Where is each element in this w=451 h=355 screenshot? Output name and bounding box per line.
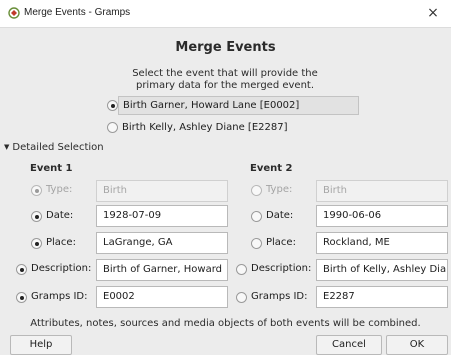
event2-type-radio	[251, 185, 262, 196]
event1-place-field[interactable]: LaGrange, GA	[96, 232, 228, 254]
event2-place-label: Place:	[266, 237, 296, 248]
event2-gramps-id-label: Gramps ID:	[251, 291, 308, 302]
help-button[interactable]: Help	[10, 335, 72, 355]
event1-gramps-id-field[interactable]: E0002	[96, 286, 228, 308]
merge-footer-note: Attributes, notes, sources and media obj…	[30, 318, 421, 329]
cancel-button[interactable]: Cancel	[316, 335, 382, 355]
event2-header: Event 2	[250, 163, 293, 174]
expander-label: Detailed Selection	[12, 142, 104, 153]
instruction-text: Select the event that will provide the p…	[132, 68, 318, 91]
close-icon[interactable]: ×	[425, 4, 441, 22]
event1-date-field[interactable]: 1928-07-09	[96, 205, 228, 227]
primary-event-radio-1[interactable]	[107, 100, 118, 111]
event1-type-field: Birth	[96, 180, 228, 202]
event1-place-label: Place:	[46, 237, 76, 248]
event1-place-radio[interactable]	[31, 238, 42, 249]
event2-description-radio[interactable]	[236, 264, 247, 275]
event1-description-field[interactable]: Birth of Garner, Howard	[96, 259, 228, 281]
event2-gramps-id-radio[interactable]	[236, 292, 247, 303]
event2-gramps-id-field[interactable]: E2287	[316, 286, 448, 308]
dialog-heading: Merge Events	[175, 40, 276, 55]
event2-date-field[interactable]: 1990-06-06	[316, 205, 448, 227]
event2-type-field: Birth	[316, 180, 448, 202]
detailed-selection-expander[interactable]: ▼ Detailed Selection	[4, 142, 104, 153]
event2-place-field[interactable]: Rockland, ME	[316, 232, 448, 254]
primary-event-option-2[interactable]: Birth Kelly, Ashley Diane [E2287]	[118, 119, 357, 136]
ok-button[interactable]: OK	[386, 335, 448, 355]
event2-place-radio[interactable]	[251, 238, 262, 249]
event1-type-label: Type:	[46, 184, 73, 195]
event2-date-label: Date:	[266, 210, 294, 221]
event2-description-label: Description:	[251, 263, 312, 274]
event1-gramps-id-radio[interactable]	[16, 292, 27, 303]
event1-description-radio[interactable]	[16, 264, 27, 275]
expander-arrow-icon: ▼	[4, 143, 10, 151]
event1-date-label: Date:	[46, 210, 74, 221]
event2-description-field[interactable]: Birth of Kelly, Ashley Dia	[316, 259, 448, 281]
title-bar: Merge Events - Gramps ×	[0, 0, 451, 28]
gramps-app-icon	[8, 7, 20, 19]
event2-date-radio[interactable]	[251, 211, 262, 222]
event1-description-label: Description:	[31, 263, 92, 274]
event1-gramps-id-label: Gramps ID:	[31, 291, 88, 302]
window-title: Merge Events - Gramps	[24, 7, 131, 18]
primary-event-option-1[interactable]: Birth Garner, Howard Lane [E0002]	[118, 96, 359, 115]
event1-type-radio	[31, 185, 42, 196]
event1-date-radio[interactable]	[31, 211, 42, 222]
event2-type-label: Type:	[266, 184, 293, 195]
primary-event-radio-2[interactable]	[107, 122, 118, 133]
event1-header: Event 1	[30, 163, 73, 174]
